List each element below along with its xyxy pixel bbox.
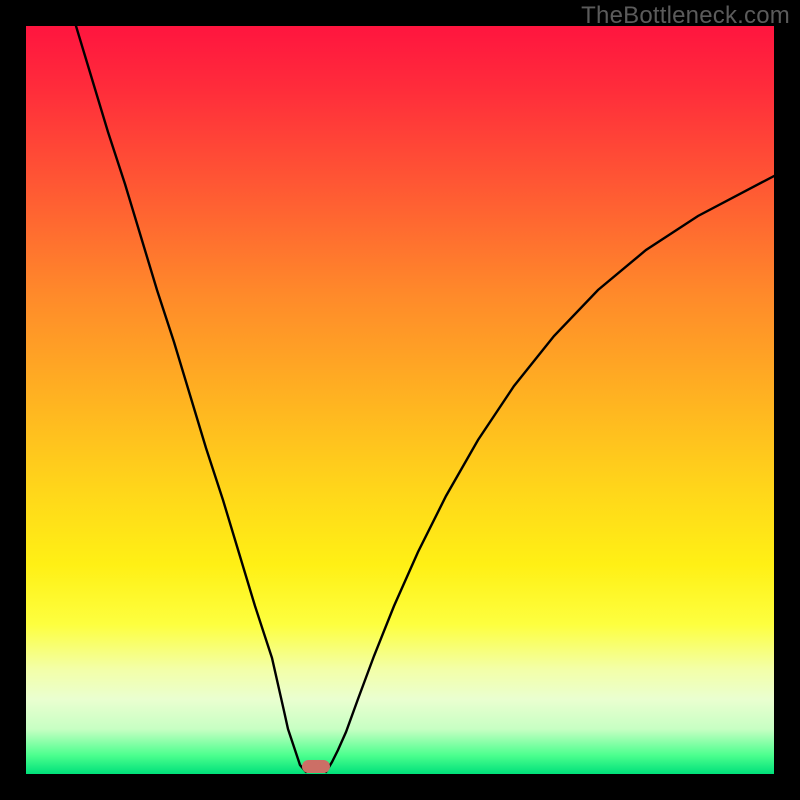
optimum-marker [302, 760, 330, 773]
bottleneck-curve [26, 26, 774, 774]
chart-frame: TheBottleneck.com [0, 0, 800, 800]
plot-area [26, 26, 774, 774]
watermark-text: TheBottleneck.com [581, 2, 790, 30]
